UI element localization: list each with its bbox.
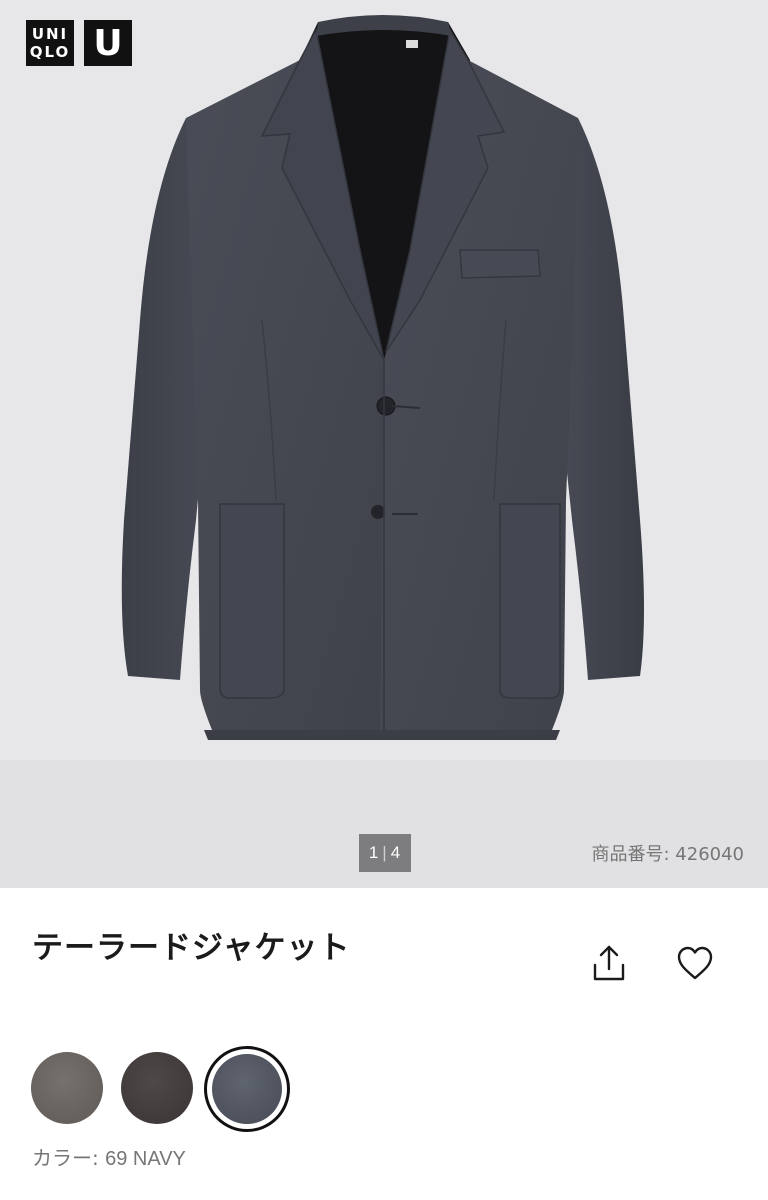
favorite-button[interactable]: [672, 940, 718, 986]
color-label-prefix: カラー:: [32, 1146, 106, 1170]
logo-u-text: U: [93, 22, 123, 64]
product-sku: 商品番号: 426040: [591, 844, 745, 865]
logo-line-2: QLO: [29, 43, 71, 61]
color-swatch-dark-brown[interactable]: [121, 1052, 193, 1124]
uniqlo-logo[interactable]: UNI QLO: [26, 20, 74, 66]
color-label-value: 69 NAVY: [105, 1148, 186, 1170]
product-title: テーラードジャケット: [32, 930, 351, 966]
share-button[interactable]: [586, 940, 632, 986]
share-icon: [593, 945, 625, 981]
color-swatch-navy-selected[interactable]: [204, 1046, 290, 1132]
uniqlo-u-logo[interactable]: U: [84, 20, 132, 66]
pager-separator: |: [382, 843, 388, 862]
product-image-gallery[interactable]: UNI QLO U 1 | 4 商品番号: 426040: [0, 0, 768, 888]
logo-line-1: UNI: [31, 25, 69, 43]
jacket-image[interactable]: [0, 0, 768, 760]
pager-current: 1: [368, 843, 380, 862]
selected-color-label: カラー: 69 NAVY: [32, 1142, 186, 1171]
color-swatch-gray[interactable]: [31, 1052, 103, 1124]
heart-icon: [677, 946, 713, 980]
product-page: UNI QLO U 1 | 4 商品番号: 426040 テーラードジャケット …: [0, 0, 768, 1200]
pager-total: 4: [390, 843, 402, 862]
color-swatch-navy-fill: [212, 1054, 282, 1124]
image-pager: 1 | 4: [359, 834, 411, 872]
